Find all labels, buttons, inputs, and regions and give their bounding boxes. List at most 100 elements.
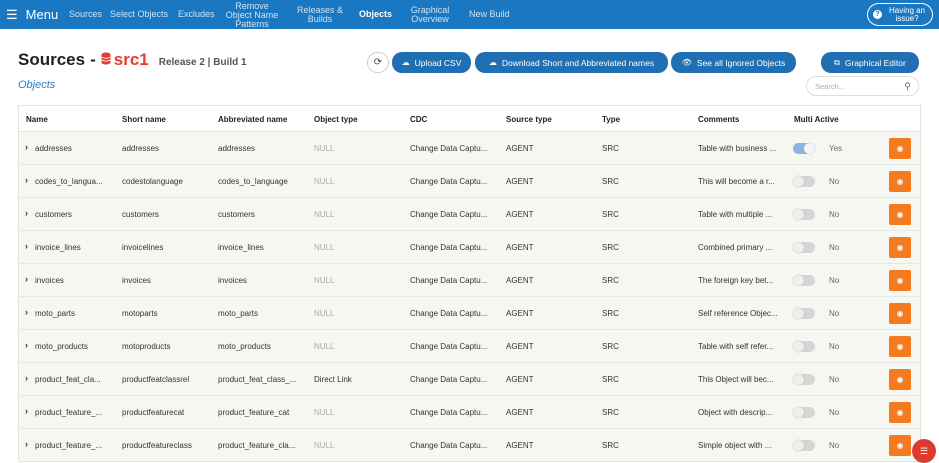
column-header-name[interactable]: Name — [26, 115, 48, 124]
column-header-cdc[interactable]: CDC — [410, 115, 427, 124]
multi-active-value: Yes — [829, 144, 843, 153]
expand-chevron-icon[interactable]: › — [25, 208, 28, 218]
view-object-button[interactable]: ◉ — [889, 303, 911, 324]
nav-items: Sources Select Objects Excludes Remove O… — [0, 0, 939, 29]
cell-type: SRC — [602, 243, 619, 252]
view-object-button[interactable]: ◉ — [889, 402, 911, 423]
expand-chevron-icon[interactable]: › — [25, 142, 28, 152]
nav-item-new-build[interactable]: New Build — [469, 10, 510, 19]
nav-item-excludes[interactable]: Excludes — [178, 10, 215, 19]
nav-item-select-objects[interactable]: Select Objects — [110, 10, 168, 19]
view-object-button[interactable]: ◉ — [889, 171, 911, 192]
multi-active-toggle[interactable] — [793, 143, 815, 154]
cell-abbr: customers — [218, 210, 255, 219]
view-object-button[interactable]: ◉ — [889, 435, 911, 456]
column-header-short-name[interactable]: Short name — [122, 115, 166, 124]
expand-chevron-icon[interactable]: › — [25, 373, 28, 383]
multi-active-toggle[interactable] — [793, 308, 815, 319]
expand-chevron-icon[interactable]: › — [25, 175, 28, 185]
table-row[interactable]: › codes_to_langua... codestolanguage codes_… — [19, 165, 920, 198]
source-name: src1 — [113, 50, 149, 69]
floating-action-button[interactable]: ☰ — [912, 439, 936, 463]
search-icon[interactable]: ⚲ — [904, 81, 911, 92]
column-header-source-type[interactable]: Source type — [506, 115, 552, 124]
cell-abbr: invoice_lines — [218, 243, 264, 252]
search-input[interactable] — [815, 81, 900, 91]
graphical-editor-button[interactable]: ⧉ Graphical Editor — [821, 52, 919, 73]
multi-active-toggle[interactable] — [793, 275, 815, 286]
expand-chevron-icon[interactable]: › — [25, 274, 28, 284]
cell-cdc: Change Data Captu... — [410, 375, 488, 384]
eye-icon: ◉ — [896, 309, 904, 318]
refresh-button[interactable]: ⟳ — [367, 52, 389, 73]
list-icon: ☰ — [919, 445, 929, 456]
multi-active-toggle[interactable] — [793, 209, 815, 220]
table-row[interactable]: › product_feature_... productfeatureclass p… — [19, 429, 920, 461]
nav-item-sources[interactable]: Sources — [69, 10, 102, 19]
multi-active-value: No — [829, 441, 840, 450]
cell-type: SRC — [602, 441, 619, 450]
cell-source-type: AGENT — [506, 144, 534, 153]
multi-active-toggle[interactable] — [793, 374, 815, 385]
view-object-button[interactable]: ◉ — [889, 336, 911, 357]
cell-comments: Self reference Objec... — [698, 309, 778, 318]
multi-active-toggle[interactable] — [793, 341, 815, 352]
table-row[interactable]: › invoice_lines invoicelines invoice_lines N… — [19, 231, 920, 264]
expand-chevron-icon[interactable]: › — [25, 307, 28, 317]
toggle-knob — [804, 143, 815, 154]
multi-active-toggle[interactable] — [793, 440, 815, 451]
table-row[interactable]: › product_feat_cla... productfeatclassrel p… — [19, 363, 920, 396]
multi-active-toggle[interactable] — [793, 176, 815, 187]
cell-abbr: addresses — [218, 144, 255, 153]
having-issue-label: Having an issue? — [888, 5, 926, 23]
table-row[interactable]: › addresses addresses addresses NULL Change D… — [19, 132, 920, 165]
table-row[interactable]: › moto_products motoproducts moto_products N… — [19, 330, 920, 363]
download-names-label: Download Short and Abbreviated names — [501, 57, 655, 68]
cell-comments: This Object will bec... — [698, 375, 774, 384]
eye-icon: 👁 — [681, 58, 692, 67]
column-header-type[interactable]: Type — [602, 115, 620, 124]
cell-source-type: AGENT — [506, 375, 534, 384]
view-object-button[interactable]: ◉ — [889, 138, 911, 159]
table-row[interactable]: › product_feature_... productfeaturecat pro… — [19, 396, 920, 429]
expand-chevron-icon[interactable]: › — [25, 340, 28, 350]
cell-name: addresses — [35, 144, 72, 153]
search-box: ⚲ — [806, 76, 919, 96]
expand-chevron-icon[interactable]: › — [25, 439, 28, 449]
having-issue-button[interactable]: ? Having an issue? — [867, 3, 933, 26]
nav-item-graphical-overview[interactable]: Graphical Overview — [406, 6, 454, 24]
expand-chevron-icon[interactable]: › — [25, 406, 28, 416]
table-row[interactable]: › moto_parts motoparts moto_parts NULL Change… — [19, 297, 920, 330]
view-object-button[interactable]: ◉ — [889, 270, 911, 291]
nav-item-releases-builds[interactable]: Releases & Builds — [296, 6, 344, 24]
cell-short: customers — [122, 210, 159, 219]
cell-abbr: product_feat_class_... — [218, 375, 297, 384]
cell-type: SRC — [602, 375, 619, 384]
table-row[interactable]: › customers customers customers NULL Change D… — [19, 198, 920, 231]
column-header-multi-active[interactable]: Multi Active — [794, 115, 839, 124]
upload-csv-button[interactable]: ☁ Upload CSV — [392, 52, 471, 73]
download-names-button[interactable]: ☁ Download Short and Abbreviated names — [475, 52, 668, 73]
cell-short: addresses — [122, 144, 159, 153]
table-row[interactable]: › invoices invoices invoices NULL Change Data… — [19, 264, 920, 297]
cell-comments: Object with descrip... — [698, 408, 773, 417]
column-header-comments[interactable]: Comments — [698, 115, 739, 124]
nav-item-objects[interactable]: Objects — [359, 10, 392, 19]
multi-active-toggle[interactable] — [793, 242, 815, 253]
eye-icon: ◉ — [896, 210, 904, 219]
multi-active-toggle[interactable] — [793, 407, 815, 418]
expand-chevron-icon[interactable]: › — [25, 241, 28, 251]
view-object-button[interactable]: ◉ — [889, 369, 911, 390]
objects-table: Name Short name Abbreviated name Object … — [18, 105, 921, 462]
see-ignored-button[interactable]: 👁 See all Ignored Objects — [671, 52, 796, 73]
cell-name: invoice_lines — [35, 243, 81, 252]
column-header-object-type[interactable]: Object type — [314, 115, 358, 124]
eye-icon: ◉ — [896, 276, 904, 285]
view-object-button[interactable]: ◉ — [889, 237, 911, 258]
view-object-button[interactable]: ◉ — [889, 204, 911, 225]
table-header: Name Short name Abbreviated name Object … — [19, 106, 920, 132]
cell-cdc: Change Data Captu... — [410, 276, 488, 285]
column-header-abbreviated-name[interactable]: Abbreviated name — [218, 115, 287, 124]
nav-item-remove-patterns[interactable]: Remove Object Name Patterns — [224, 2, 280, 29]
cell-objtype: NULL — [314, 309, 335, 318]
